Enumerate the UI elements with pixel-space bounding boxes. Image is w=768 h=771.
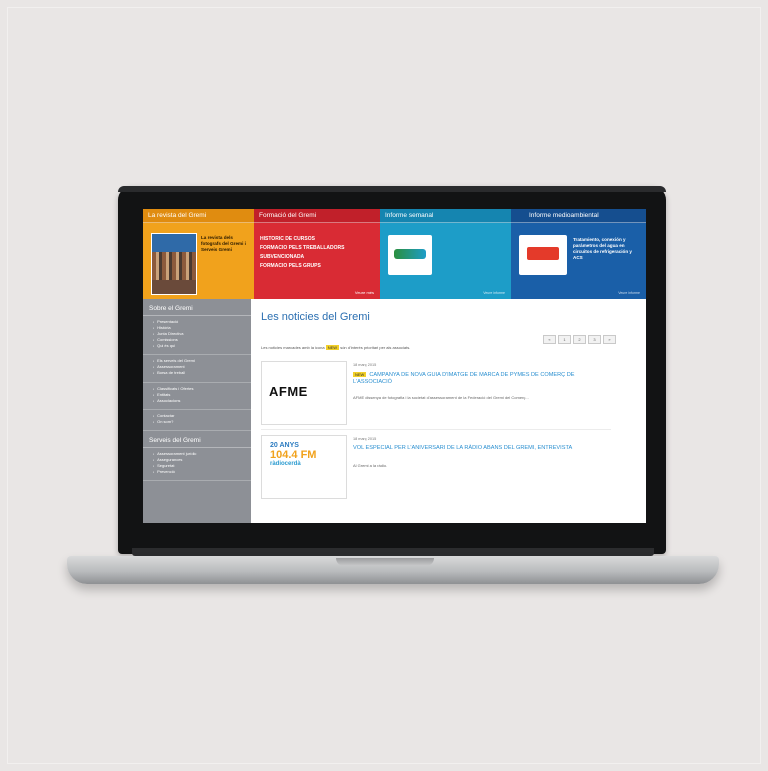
news-thumbnail[interactable]: AFME bbox=[261, 361, 347, 425]
radio-frequency: 104.4 FM bbox=[270, 449, 317, 461]
banner-magazine-title: La revista del Gremi bbox=[143, 209, 254, 223]
training-link[interactable]: FORMACIO PELS GRUPS bbox=[260, 262, 344, 271]
sidebar-heading: Serveis del Gremi bbox=[143, 431, 251, 448]
sidebar-group: Classificats i Ofertes Entitats Associac… bbox=[143, 383, 251, 410]
page-title: Les noticies del Gremi bbox=[261, 311, 370, 323]
banner-training: Formació del Gremi HISTORIC DE CURSOS FO… bbox=[254, 209, 380, 299]
sidebar-item[interactable]: Associacions bbox=[153, 398, 243, 404]
pagination: « 1 2 3 » bbox=[543, 335, 616, 344]
new-badge: NEW bbox=[325, 345, 340, 350]
training-links: HISTORIC DE CURSOS FORMACIO PELS TREBALL… bbox=[260, 235, 344, 271]
banner-magazine-text: La revista dels fotografs del Gremi i Se… bbox=[201, 235, 246, 252]
news-summary: AFME dissenya de fotografia i la societa… bbox=[353, 395, 529, 400]
banner-magazine[interactable]: La revista del Gremi La revista dels fot… bbox=[143, 209, 254, 299]
sidebar-group: Presentació Història Junta Directiva Com… bbox=[143, 316, 251, 356]
top-banner: La revista del Gremi La revista dels fot… bbox=[143, 209, 646, 299]
news-headline[interactable]: NEW CAMPANYA DE NOVA GUIA D'IMATGE DE MAR… bbox=[353, 371, 613, 386]
training-link[interactable]: FORMACIO PELS TREBALLADORS bbox=[260, 244, 344, 253]
environment-report-link[interactable]: Veure informe bbox=[618, 291, 640, 295]
banner-training-title: Formació del Gremi bbox=[254, 209, 380, 223]
intro-before: Les noticies marcades amb la icona bbox=[261, 345, 325, 350]
banner-weekly-title: Informe semanal bbox=[380, 209, 511, 223]
new-badge: NEW bbox=[353, 372, 367, 377]
sidebar-item[interactable]: Prevenció bbox=[153, 469, 243, 475]
magazine-cover-image[interactable] bbox=[151, 233, 197, 295]
laptop-trackpad-notch bbox=[336, 558, 434, 566]
radio-station: ràdiocerdà bbox=[270, 461, 301, 467]
news-item: AFME 18 març 2015 NEW CAMPANYA DE NOVA GU… bbox=[261, 361, 611, 431]
main-content: Les noticies del Gremi « 1 2 3 » Les not… bbox=[251, 299, 646, 523]
sidebar-item[interactable]: Borsa de treball bbox=[153, 370, 243, 376]
banner-weekly-report[interactable]: Informe semanal Veure informe bbox=[380, 209, 511, 299]
weekly-report-link[interactable]: Veure informe bbox=[483, 291, 505, 295]
pagination-prev-button[interactable]: « bbox=[543, 335, 556, 344]
sidebar-heading: Sobre el Gremi bbox=[143, 299, 251, 316]
intro-after: són d'interès prioritari per als associa… bbox=[340, 345, 411, 350]
sidebar-item[interactable]: Qui és qui bbox=[153, 343, 243, 349]
training-link[interactable]: HISTORIC DE CURSOS bbox=[260, 235, 344, 244]
pagination-page-button[interactable]: 1 bbox=[558, 335, 571, 344]
cbt-logo bbox=[519, 235, 567, 275]
pagination-page-button[interactable]: 3 bbox=[588, 335, 601, 344]
news-headline[interactable]: VOL ESPECIAL PER L'ANIVERSARI DE LA RÀDI… bbox=[353, 445, 613, 452]
sidebar-group: Contactar On som? bbox=[143, 410, 251, 431]
laptop-chin bbox=[132, 548, 654, 556]
news-date: 18 març 2015 bbox=[353, 363, 377, 367]
news-divider bbox=[261, 429, 611, 430]
intro-text: Les noticies marcades amb la icona NEW s… bbox=[261, 345, 410, 350]
sidebar-group: Els serveis del Gremi Assessorament Bors… bbox=[143, 355, 251, 383]
sidebar-item[interactable]: On som? bbox=[153, 419, 243, 425]
sidebar: Sobre el Gremi Presentació Història Junt… bbox=[143, 299, 251, 523]
training-link[interactable]: SUBVENCIONADA bbox=[260, 253, 344, 262]
training-more-link[interactable]: Veure més bbox=[355, 290, 374, 295]
news-headline-text: CAMPANYA DE NOVA GUIA D'IMATGE DE MARCA … bbox=[353, 372, 575, 385]
afme-logo: AFME bbox=[269, 384, 308, 399]
weekly-report-logo bbox=[388, 235, 432, 275]
radio-years: 20 ANYS bbox=[270, 442, 299, 449]
banner-environment-report[interactable]: Informe medioambiental Tratamiento, cone… bbox=[511, 209, 646, 299]
pagination-page-button[interactable]: 2 bbox=[573, 335, 586, 344]
pagination-next-button[interactable]: » bbox=[603, 335, 616, 344]
radio-cerda-logo: 20 ANYS 104.4 FM ràdiocerdà bbox=[270, 442, 338, 492]
news-thumbnail[interactable]: 20 ANYS 104.4 FM ràdiocerdà bbox=[261, 435, 347, 499]
banner-environment-title: Informe medioambiental bbox=[511, 209, 646, 223]
news-item: 20 ANYS 104.4 FM ràdiocerdà 18 març 2015… bbox=[261, 435, 611, 505]
sidebar-group: Assessorament jurídic Assegurances Segur… bbox=[143, 448, 251, 482]
news-summary: Al Gremi a la ràdio. bbox=[353, 463, 388, 468]
banner-environment-text: Tratamiento, conexión y parámetros del a… bbox=[573, 237, 632, 260]
news-date: 18 març 2015 bbox=[353, 437, 377, 441]
laptop-screen: La revista del Gremi La revista dels fot… bbox=[143, 209, 646, 523]
